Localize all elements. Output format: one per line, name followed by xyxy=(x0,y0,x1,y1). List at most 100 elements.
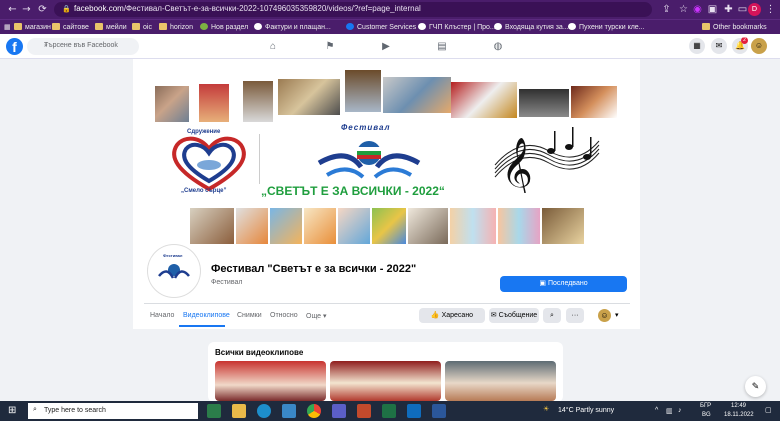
tab-about[interactable]: Относно xyxy=(270,312,298,319)
share-icon[interactable]: ⇪ xyxy=(660,3,673,16)
facebook-header: f ⌕ Търсене във Facebook ⌂ ⚑ ▶ ▤ ◍ ▦ ✉ 🔔… xyxy=(0,34,780,59)
facebook-search-input[interactable]: ⌕ Търсене във Facebook xyxy=(27,38,139,55)
follow-icon: ▣ xyxy=(539,280,548,287)
message-button[interactable]: ✉ Съобщение xyxy=(489,308,539,323)
caret-down-icon[interactable]: ▾ xyxy=(615,311,619,319)
watch-icon[interactable]: ▶ xyxy=(379,40,393,53)
bookmark-star-icon[interactable]: ☆ xyxy=(677,3,690,16)
bookmark-item[interactable]: horizon xyxy=(159,22,193,33)
notification-badge: 2 xyxy=(741,37,748,44)
powerpoint-icon[interactable] xyxy=(357,404,371,418)
search-icon: ⌕ xyxy=(33,406,37,413)
clock-time[interactable]: 12:49 xyxy=(731,403,746,409)
word-icon[interactable] xyxy=(432,404,446,418)
svg-text:𝄞: 𝄞 xyxy=(501,137,533,193)
excel-icon[interactable] xyxy=(382,404,396,418)
network-icon[interactable]: ▥ xyxy=(666,407,673,415)
bookmark-item[interactable]: Входяща кутия за... xyxy=(494,22,569,33)
cover-photo[interactable]: Сдружение „Смело сърце” Фестивал „СВЕТЪТ… xyxy=(133,59,640,245)
follow-button[interactable]: ▣ Последвано xyxy=(500,276,627,292)
taskbar-search-input[interactable]: ⌕ Type here to search xyxy=(28,403,198,419)
more-dots-icon: ··· xyxy=(571,312,579,319)
camera-icon[interactable]: ▣ xyxy=(706,3,719,16)
cover-collage-photo xyxy=(372,208,406,244)
forward-arrow-icon[interactable]: → xyxy=(20,3,33,16)
tab-videos[interactable]: Видеоклипове xyxy=(183,312,230,319)
page-profile-picture[interactable]: Фестивал xyxy=(148,245,200,297)
other-bookmarks[interactable]: Other bookmarks xyxy=(702,22,767,33)
facebook-logo-icon[interactable]: f xyxy=(6,38,23,55)
message-label: Съобщение xyxy=(498,312,538,319)
menu-icon[interactable]: ⋮ xyxy=(764,3,777,16)
menu-grid-icon[interactable]: ▦ xyxy=(689,38,705,54)
cover-collage-photo xyxy=(383,77,451,113)
account-switch-avatar[interactable]: ☺ xyxy=(598,309,611,322)
org-label: Сдружение xyxy=(187,129,221,135)
edge-icon[interactable] xyxy=(257,404,271,418)
bookmark-item[interactable]: Нов раздел xyxy=(200,22,248,33)
outlook-icon[interactable] xyxy=(407,404,421,418)
cover-collage-photo xyxy=(270,208,302,244)
cover-collage-photo xyxy=(155,86,189,122)
org-name: „Смело сърце” xyxy=(181,188,227,194)
like-button[interactable]: 👍 Харесано xyxy=(419,308,485,323)
active-tab-indicator xyxy=(179,325,225,327)
follow-label: Последвано xyxy=(547,280,588,287)
mail-icon[interactable] xyxy=(282,404,296,418)
extension-icon[interactable]: ◉ xyxy=(691,3,704,16)
messenger-icon[interactable]: ✉ xyxy=(711,38,727,54)
language-indicator-top[interactable]: БГР xyxy=(700,403,711,409)
page-search-button[interactable]: ⌕ xyxy=(543,308,561,323)
notifications-icon[interactable]: ▢ xyxy=(765,406,772,414)
bookmark-item[interactable]: мейли xyxy=(95,22,127,33)
teams-icon[interactable] xyxy=(332,404,346,418)
cover-collage-photo xyxy=(243,81,273,122)
festival-word: Фестивал xyxy=(341,123,391,132)
bookmark-item[interactable]: Фактури и плащан... xyxy=(254,22,331,33)
bookmark-item[interactable]: ГЧП Клъстер | Про... xyxy=(418,22,496,33)
pages-flag-icon[interactable]: ⚑ xyxy=(323,40,337,53)
bookmark-item[interactable]: Customer Services xyxy=(346,22,416,33)
cover-collage-photo xyxy=(408,208,448,244)
extensions-puzzle-icon[interactable]: ✚ xyxy=(722,3,735,16)
clock-date[interactable]: 18.11.2022 xyxy=(724,412,754,418)
new-message-button[interactable]: ✎ xyxy=(745,376,766,397)
groups-icon[interactable]: ◍ xyxy=(491,40,505,53)
address-bar[interactable]: 🔒 facebook.com/Фестивал-Светът-е-за-всич… xyxy=(54,2,652,17)
tab-home[interactable]: Начало xyxy=(150,312,174,319)
tab-photos[interactable]: Снимки xyxy=(237,312,262,319)
like-label: Харесано xyxy=(441,312,474,319)
bookmark-item[interactable]: магазин xyxy=(14,22,51,33)
home-icon[interactable]: ⌂ xyxy=(266,40,280,53)
music-notes-graphic: 𝄞 xyxy=(494,127,600,193)
windows-start-icon[interactable]: ⊞ xyxy=(8,405,16,416)
weather-text[interactable]: 14°C Partly sunny xyxy=(558,407,614,414)
system-tray-expand-icon[interactable]: ^ xyxy=(655,407,658,414)
video-thumbnail[interactable] xyxy=(445,361,556,401)
festival-title-text: „СВЕТЪТ Е ЗА ВСИЧКИ - 2022“ xyxy=(261,184,445,198)
apps-grid-icon[interactable]: ▦ xyxy=(4,22,11,33)
video-thumbnail[interactable] xyxy=(330,361,441,401)
video-thumbnail[interactable] xyxy=(215,361,326,401)
tab-more[interactable]: Още ▾ xyxy=(306,312,327,320)
avatar-text: Фестивал xyxy=(163,253,183,258)
language-indicator-bottom[interactable]: BG xyxy=(702,412,711,418)
back-arrow-icon[interactable]: ← xyxy=(6,3,19,16)
file-explorer-icon[interactable] xyxy=(232,404,246,418)
volume-icon[interactable]: ♪ xyxy=(678,407,682,414)
cover-collage-photo xyxy=(236,208,268,244)
chrome-icon[interactable] xyxy=(307,404,321,418)
reload-icon[interactable]: ⟳ xyxy=(36,3,49,16)
cover-collage-photo xyxy=(451,82,517,118)
bookmark-item[interactable]: Пухени турски кле... xyxy=(568,22,645,33)
bookmark-item[interactable]: сайтове xyxy=(52,22,89,33)
cover-collage-photo xyxy=(190,208,234,244)
more-options-button[interactable]: ··· xyxy=(566,308,584,323)
excel-icon[interactable] xyxy=(207,404,221,418)
account-avatar[interactable]: ☺ xyxy=(751,38,767,54)
lock-icon[interactable]: 🔒 xyxy=(60,3,73,16)
bookmark-item[interactable]: oic xyxy=(132,22,152,33)
marketplace-icon[interactable]: ▤ xyxy=(435,40,449,53)
search-icon: ⌕ xyxy=(550,312,554,319)
profile-avatar[interactable]: D xyxy=(748,3,761,16)
